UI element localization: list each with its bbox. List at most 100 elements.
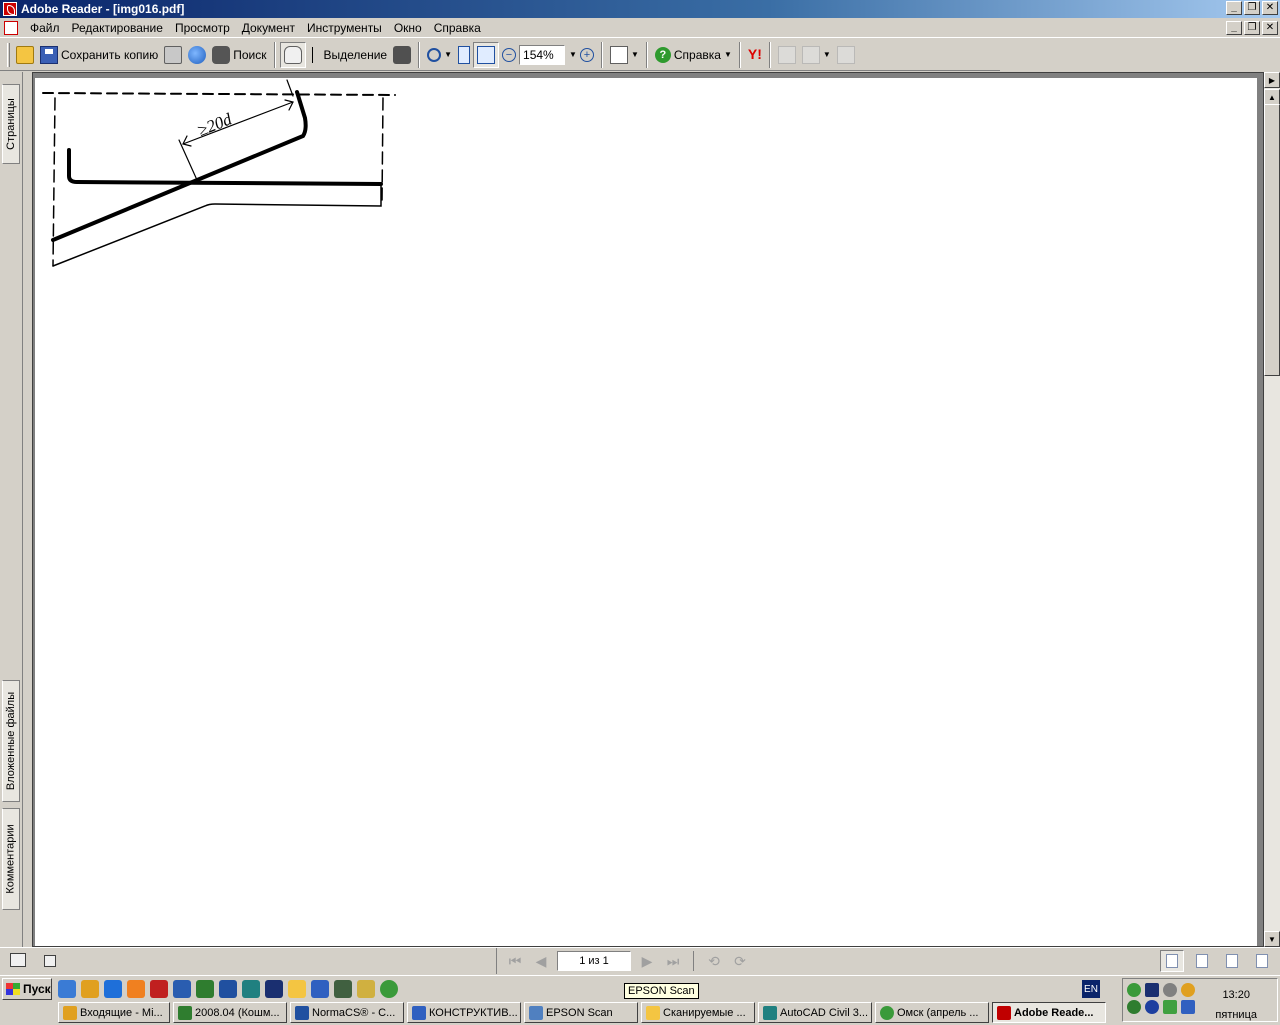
task-scanned-folder[interactable]: Сканируемые ...	[641, 1002, 755, 1023]
ruler-icon[interactable]	[357, 980, 375, 998]
tab-comments[interactable]: Комментарии	[2, 808, 20, 910]
task-konstruktiv[interactable]: КОНСТРУКТИВ...	[407, 1002, 521, 1023]
zoom-out-button[interactable]: −	[499, 42, 519, 68]
start-button[interactable]: Пуск	[2, 978, 52, 1000]
document-icon[interactable]	[4, 20, 18, 35]
task-inbox[interactable]: Входящие - Mi...	[58, 1002, 170, 1023]
print-button[interactable]	[161, 42, 185, 68]
printer-icon	[164, 45, 183, 64]
previous-view-button[interactable]: ⟲	[704, 952, 724, 970]
menu-view[interactable]: Просмотр	[169, 21, 236, 35]
menu-bar: Файл Редактирование Просмотр Документ Ин…	[0, 18, 1280, 38]
settings-icon[interactable]	[334, 980, 352, 998]
single-page-button[interactable]	[1160, 950, 1184, 972]
task-normacs[interactable]: NormaCS® - С...	[290, 1002, 404, 1023]
zoom-tool-button[interactable]: ▼	[424, 42, 455, 68]
zoom-input[interactable]	[519, 44, 566, 65]
tray-green-icon[interactable]	[1127, 983, 1141, 997]
scroll-down-button[interactable]: ▼	[1264, 931, 1280, 947]
undo-button[interactable]: ▼	[799, 42, 834, 68]
save-copy-button[interactable]: Сохранить копию	[37, 42, 161, 68]
document-status-icon[interactable]	[44, 955, 56, 967]
internet-explorer-icon[interactable]	[104, 980, 122, 998]
zoom-dropdown-icon[interactable]: ▼	[569, 50, 577, 59]
task-omsk[interactable]: Омск (апрель ...	[875, 1002, 989, 1023]
tray-security-icon[interactable]	[1163, 1000, 1177, 1014]
tray-speaker-icon[interactable]	[1163, 983, 1177, 997]
page-number-field[interactable]: 1 из 1	[557, 951, 631, 971]
snapshot-button[interactable]	[390, 42, 414, 68]
task-autocad-civil[interactable]: AutoCAD Civil 3...	[758, 1002, 872, 1023]
help-button[interactable]: ? Справка ▼	[652, 42, 735, 68]
continuous-facing-button[interactable]	[1220, 950, 1244, 972]
panel-toggle-arrow-icon[interactable]: ▶	[1264, 72, 1280, 88]
previous-page-button[interactable]: ◀	[531, 952, 551, 970]
zoom-in-button[interactable]: +	[577, 42, 597, 68]
scroll-up-button[interactable]: ▲	[1264, 89, 1280, 105]
fit-width-button[interactable]	[473, 41, 500, 68]
panel-toggle-icon[interactable]	[10, 953, 26, 967]
doc-restore-button[interactable]: ❐	[1244, 21, 1260, 35]
doc-close-button[interactable]: ✕	[1262, 21, 1278, 35]
menu-file[interactable]: Файл	[24, 21, 66, 35]
toolbar-grip[interactable]	[7, 42, 10, 67]
autocad-icon[interactable]	[150, 980, 168, 998]
menu-help[interactable]: Справка	[428, 21, 487, 35]
facing-button[interactable]	[1250, 950, 1274, 972]
excel-icon[interactable]	[196, 980, 214, 998]
civil3d-icon[interactable]	[242, 980, 260, 998]
tab-attachments[interactable]: Вложенные файлы	[2, 680, 20, 802]
tray-status-icon[interactable]	[1127, 1000, 1141, 1014]
clock[interactable]: 13:20 пятница	[1215, 985, 1257, 1025]
outlook-icon[interactable]	[81, 980, 99, 998]
normacs-icon[interactable]	[219, 980, 237, 998]
word-icon[interactable]	[173, 980, 191, 998]
language-indicator[interactable]: EN	[1082, 980, 1100, 998]
menu-edit[interactable]: Редактирование	[66, 21, 169, 35]
close-button[interactable]: ✕	[1262, 1, 1278, 15]
normacs-task-icon	[295, 1005, 309, 1020]
task-2008-04[interactable]: 2008.04 (Кошм...	[173, 1002, 287, 1023]
menu-document[interactable]: Документ	[236, 21, 301, 35]
floppy-icon[interactable]	[265, 980, 283, 998]
tray-network-icon[interactable]	[1181, 1000, 1195, 1014]
help-label: Справка	[673, 47, 721, 62]
yahoo-search-button[interactable]: Y!	[745, 42, 765, 68]
desktop-icon[interactable]	[58, 980, 76, 998]
first-page-button[interactable]: ⏮	[505, 952, 525, 970]
select-label: Выделение	[323, 47, 388, 62]
page-layout-button[interactable]: ▼	[607, 42, 642, 68]
task-adobe-reader[interactable]: Adobe Reade...	[992, 1002, 1106, 1023]
menu-window[interactable]: Окно	[388, 21, 428, 35]
tray-antivirus-icon[interactable]	[1145, 1000, 1159, 1014]
vertical-scrollbar[interactable]: ▶ ▲ ▼	[1264, 72, 1280, 947]
search-button[interactable]: Поиск	[209, 42, 269, 68]
folder-icon[interactable]	[288, 980, 306, 998]
network-icon[interactable]	[311, 980, 329, 998]
last-page-button[interactable]: ⏭	[663, 952, 683, 970]
minimize-button[interactable]: _	[1226, 1, 1242, 15]
tab-pages[interactable]: Страницы	[2, 84, 20, 164]
program-icon[interactable]	[127, 980, 145, 998]
email-button[interactable]	[185, 42, 209, 68]
menu-tools[interactable]: Инструменты	[301, 21, 388, 35]
panel-splitter[interactable]	[22, 72, 32, 947]
tray-clock-icon[interactable]	[1181, 983, 1195, 997]
continuous-button[interactable]	[1190, 950, 1214, 972]
next-view-button[interactable]: ⟳	[730, 952, 750, 970]
task-epson-scan[interactable]: EPSON Scan	[524, 1002, 638, 1023]
spellcheck-button[interactable]	[775, 42, 799, 68]
doc-minimize-button[interactable]: _	[1226, 21, 1242, 35]
tray-floppy-icon[interactable]	[1145, 983, 1159, 997]
copy-button[interactable]	[834, 42, 858, 68]
green-app-icon[interactable]	[380, 980, 398, 998]
adobe-reader-icon[interactable]	[3, 2, 17, 16]
scroll-thumb[interactable]	[1264, 104, 1280, 376]
open-button[interactable]	[13, 42, 37, 68]
hand-tool-button[interactable]	[279, 41, 306, 68]
document-window-controls: _ ❐ ✕	[1226, 21, 1278, 35]
restore-button[interactable]: ❐	[1244, 1, 1260, 15]
next-page-button[interactable]: ▶	[637, 952, 657, 970]
select-tool-button[interactable]: Выделение	[306, 42, 391, 68]
fit-page-button[interactable]	[455, 42, 473, 68]
